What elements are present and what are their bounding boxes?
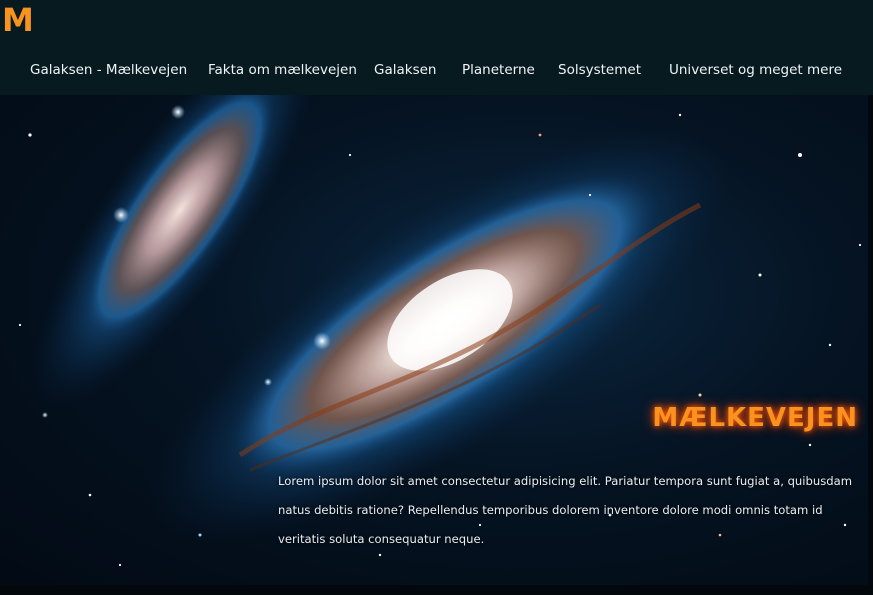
nav-item-universet[interactable]: Universet og meget mere [669, 61, 842, 79]
nav-item-galaksen[interactable]: Galaksen [374, 61, 436, 79]
header: M Galaksen - Mælkevejen Fakta om mælkeve… [0, 0, 873, 95]
nav-item-solsystemet[interactable]: Solsystemet [558, 61, 641, 79]
nav-item-galaksen-maelkevejen[interactable]: Galaksen - Mælkevejen [30, 61, 187, 79]
main-nav: Galaksen - Mælkevejen Fakta om mælkeveje… [0, 61, 873, 81]
page-edge [868, 95, 873, 595]
logo[interactable]: M [2, 2, 34, 38]
page-bottom [0, 585, 873, 595]
hero-title: MÆLKEVEJEN [652, 403, 858, 433]
hero-section: MÆLKEVEJEN Lorem ipsum dolor sit amet co… [0, 95, 868, 585]
nav-item-fakta[interactable]: Fakta om mælkevejen [208, 61, 357, 79]
nav-item-planeterne[interactable]: Planeterne [462, 61, 535, 79]
hero-text: Lorem ipsum dolor sit amet consectetur a… [278, 474, 853, 546]
